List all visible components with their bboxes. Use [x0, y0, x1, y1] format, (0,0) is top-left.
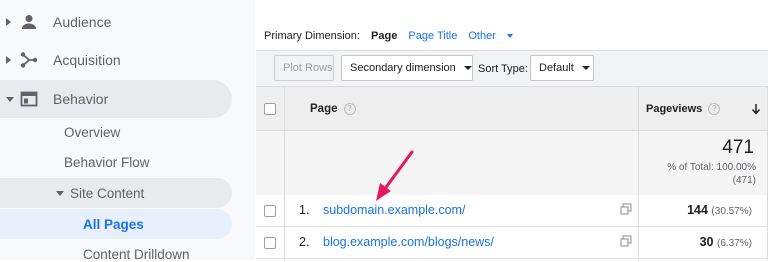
expand-caret-icon: [6, 18, 11, 26]
chevron-down-icon: [463, 66, 472, 70]
help-icon[interactable]: ?: [343, 103, 356, 115]
column-header-label: Page: [310, 103, 338, 116]
person-icon: [22, 15, 36, 29]
chevron-down-icon: [506, 34, 513, 39]
page-link[interactable]: blog.example.com/blogs/news/: [323, 235, 494, 249]
chevron-down-icon: [581, 66, 590, 70]
table-header: Page? Pageviews?: [256, 86, 768, 131]
sidebar-item-acquisition[interactable]: Acquisition: [0, 51, 240, 69]
primary-dimension-label: Primary Dimension:: [264, 30, 360, 42]
sort-type-dropdown[interactable]: Default: [530, 55, 594, 81]
dimension-other-label: Other: [468, 30, 496, 42]
open-in-new-icon[interactable]: [620, 203, 632, 215]
totals-row: 471 % of Total: 100.00% (471): [256, 131, 768, 196]
dimension-page-title[interactable]: Page Title: [408, 30, 457, 42]
select-all-checkbox[interactable]: [264, 103, 276, 115]
acquisition-icon: [20, 52, 38, 68]
dimension-page[interactable]: Page: [371, 30, 397, 42]
column-header-page[interactable]: Page?: [310, 103, 356, 115]
collapse-caret-icon: [6, 97, 14, 102]
dimension-other[interactable]: Other: [468, 30, 521, 42]
column-divider: [284, 86, 285, 260]
sidebar-item-label: Audience: [53, 14, 112, 30]
sidebar-item-behavior[interactable]: Behavior: [0, 90, 240, 108]
sidebar-item-label: Site Content: [70, 186, 145, 201]
row-checkbox[interactable]: [264, 205, 276, 217]
collapse-caret-icon: [56, 191, 64, 196]
plot-rows-button[interactable]: Plot Rows: [274, 55, 334, 81]
sort-type-value: Default: [539, 62, 574, 74]
column-header-label: Pageviews: [646, 103, 703, 115]
sidebar-item-all-pages[interactable]: All Pages: [83, 217, 144, 232]
secondary-dimension-dropdown[interactable]: Secondary dimension: [341, 55, 473, 81]
pageviews-percent: (30.57%): [711, 206, 752, 217]
row-number: 1.: [299, 203, 310, 217]
sort-type-label: Sort Type:: [478, 63, 528, 75]
primary-dimension-row: Primary Dimension: Page Page Title Other: [264, 30, 529, 42]
pageviews-percent: (6.37%): [716, 238, 752, 249]
help-icon[interactable]: ?: [708, 103, 721, 116]
sidebar-item-overview[interactable]: Overview: [64, 125, 120, 140]
row-number: 2.: [299, 235, 310, 249]
table-row: 2. blog.example.com/blogs/news/ 30 (6.37…: [256, 227, 768, 259]
pageviews-value: 30: [699, 235, 714, 249]
open-in-new-icon[interactable]: [620, 235, 632, 247]
total-pageviews: 471: [722, 137, 754, 158]
sidebar: Audience Acquisition Behavior Overview B…: [0, 0, 255, 262]
sidebar-item-behavior-flow[interactable]: Behavior Flow: [64, 155, 150, 170]
row-checkbox[interactable]: [264, 237, 276, 249]
behavior-icon: [20, 91, 38, 107]
expand-caret-icon: [6, 56, 11, 64]
column-divider: [638, 86, 639, 260]
table-toolbar: Plot Rows Secondary dimension Sort Type:…: [256, 50, 768, 87]
pageviews-value: 144: [687, 203, 708, 217]
sidebar-item-label: Acquisition: [53, 52, 121, 68]
sort-descending-arrow-icon[interactable]: [751, 103, 761, 115]
sidebar-item-site-content[interactable]: Site Content: [55, 186, 225, 202]
table-row: 1. subdomain.example.com/ 144 (30.57%): [256, 195, 768, 227]
data-table: Page? Pageviews? 471 % of Total: 100.00%…: [256, 86, 768, 260]
total-percent: % of Total: 100.00%: [667, 162, 756, 173]
column-header-pageviews[interactable]: Pageviews?: [646, 103, 721, 116]
pageviews-cell: 30 (6.37%): [700, 235, 752, 249]
sidebar-item-label: Behavior: [53, 91, 109, 107]
pageviews-cell: 144 (30.57%): [687, 203, 752, 217]
total-absolute: (471): [732, 175, 756, 186]
sidebar-item-audience[interactable]: Audience: [0, 13, 240, 31]
secondary-dimension-label: Secondary dimension: [350, 62, 456, 74]
page-link[interactable]: subdomain.example.com/: [323, 203, 465, 217]
